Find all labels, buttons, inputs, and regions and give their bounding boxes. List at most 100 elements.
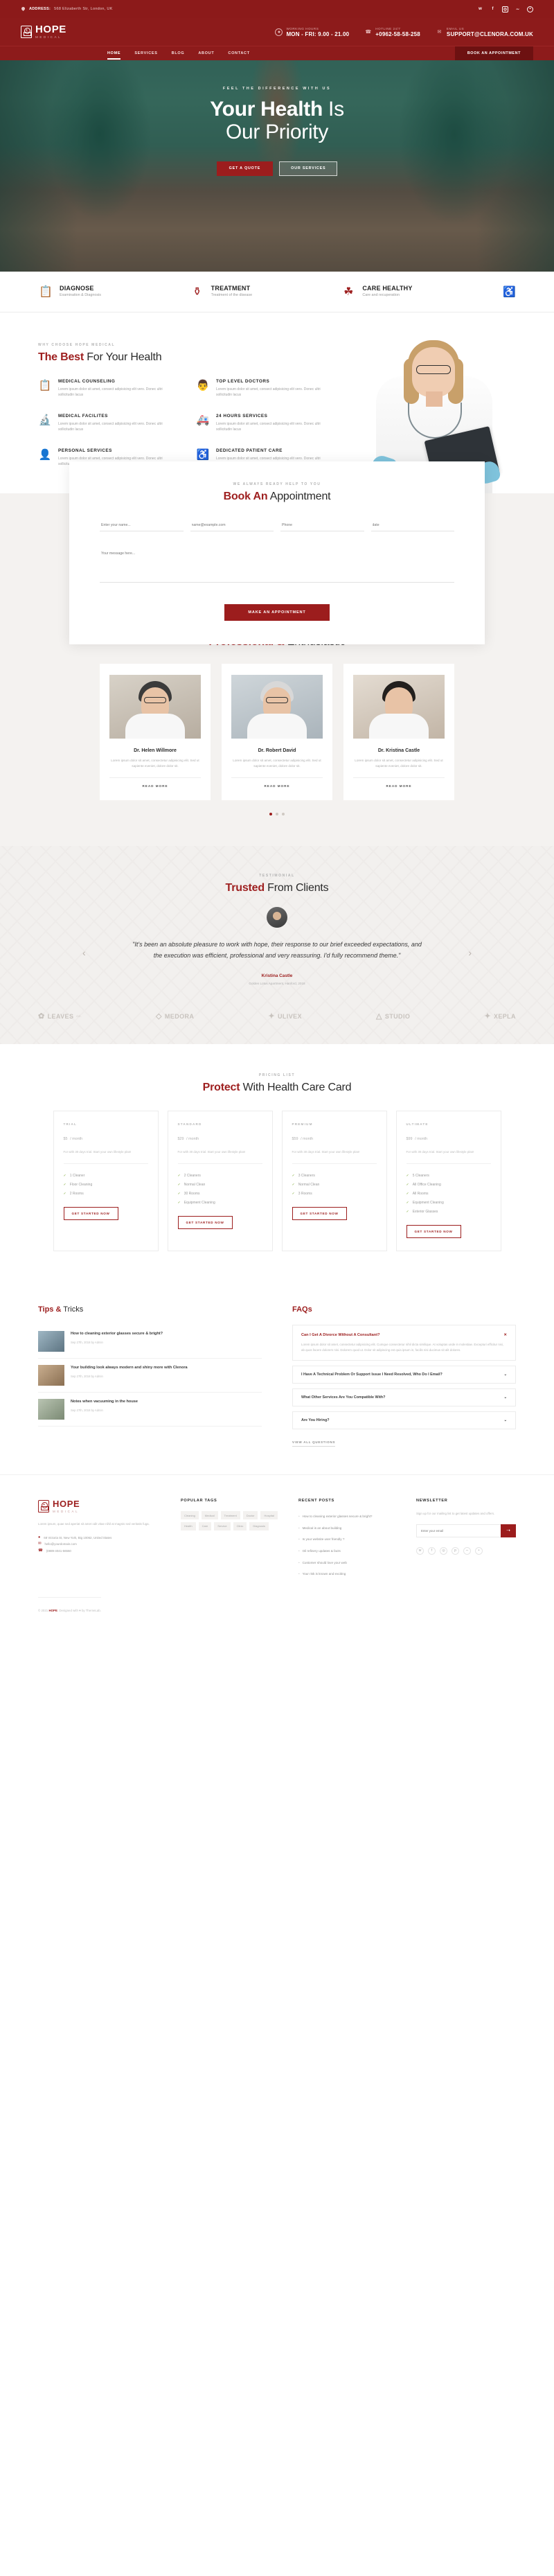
plan-cta-button[interactable]: GET STARTED NOW — [406, 1224, 461, 1238]
our-services-button[interactable]: OUR SERVICES — [279, 161, 338, 176]
facebook-icon[interactable]: f — [428, 1546, 436, 1555]
footer-logo-subtitle: MEDICAL — [53, 1510, 80, 1514]
make-appointment-button[interactable]: MAKE AN APPOINTMENT — [224, 604, 330, 621]
phone-input[interactable] — [280, 520, 364, 532]
address-value: 568 Elizaberth Str, London, UK — [54, 7, 113, 11]
book-appointment-button[interactable]: BOOK AN APPOINTMENT — [454, 46, 533, 60]
newsletter-submit-button[interactable]: ➝ — [501, 1524, 516, 1537]
brand-logo: ✿ LEAVES CO. — [38, 1012, 82, 1021]
faq-question: Are You Hiring? — [301, 1418, 330, 1423]
recent-post-link[interactable]: Oil refinery updates & facts — [298, 1546, 398, 1558]
newsletter-email-input[interactable] — [416, 1524, 501, 1537]
testimonial-prev-arrow-icon[interactable]: ‹ — [82, 947, 86, 958]
tag-item[interactable]: Hospital — [260, 1511, 278, 1519]
plan-period: / month — [415, 1137, 428, 1142]
site-header: + HOPE MEDICAL ● WORKING HOURS MON - FRI… — [0, 18, 554, 46]
doctor-read-more[interactable]: READ MORE — [109, 777, 201, 788]
hotline-block[interactable]: ☎ HOTLINE 24/7 +0962-58-58-258 — [364, 26, 420, 38]
instagram-icon[interactable]: ◎ — [440, 1546, 447, 1555]
doctor-card[interactable]: Dr. Robert David Lorem ipsum dolor sit a… — [222, 664, 332, 801]
footer-email[interactable]: ✉ hello@yourdomain.com — [38, 1541, 163, 1547]
plan-feature: 3 Rooms — [292, 1189, 377, 1198]
recent-post-link[interactable]: Is your website user friendly ? — [298, 1534, 398, 1546]
recent-post-link[interactable]: How to cleaning exterior glasses secure … — [298, 1511, 398, 1523]
nav-item-blog[interactable]: BLOG — [172, 48, 185, 59]
brand-logo: ◇ MEDORA — [156, 1012, 195, 1021]
tips-column: Tips & Tricks How to cleaning exterior g… — [38, 1305, 262, 1447]
doctor-card[interactable]: Dr. Helen Willmore Lorem ipsum dolor sit… — [100, 664, 211, 801]
twitter-icon[interactable]: w — [416, 1546, 424, 1555]
plan-period: / month — [301, 1137, 314, 1142]
chevron-down-icon[interactable]: ⌄ — [503, 1395, 507, 1400]
tag-item[interactable]: Care — [198, 1521, 212, 1530]
testimonial-role: Golden Lotus Apartment, Hanford, 2018 — [249, 982, 305, 986]
recent-post-link[interactable]: Your risk is known and exciting — [298, 1569, 398, 1580]
tag-item[interactable]: Service — [214, 1521, 231, 1530]
footer-logo[interactable]: + HOPE MEDICAL — [38, 1499, 163, 1514]
tag-item[interactable]: Treatment — [220, 1511, 240, 1519]
service-diagnose[interactable]: 📋 DIAGNOSE Examination & Diagnosis — [38, 284, 190, 299]
tag-item[interactable]: Diagnosis — [249, 1521, 269, 1530]
tag-item[interactable]: Cleaning — [181, 1511, 199, 1519]
chevron-down-icon[interactable]: ⌄ — [503, 1418, 507, 1422]
hero-banner: FEEL THE DIFFERENCE WITH US Your Health … — [0, 60, 554, 272]
social-links[interactable]: w f ◎ ∼ • — [477, 6, 533, 12]
name-input[interactable] — [100, 520, 184, 532]
footer-socials[interactable]: w f ◎ p ∼ • — [416, 1546, 516, 1555]
email-input[interactable] — [190, 520, 274, 532]
nav-item-about[interactable]: ABOUT — [198, 48, 214, 59]
tag-item[interactable]: Doctor — [242, 1511, 258, 1519]
behance-icon[interactable]: • — [527, 6, 533, 12]
nav-item-home[interactable]: HOME — [107, 48, 121, 60]
doctor-card[interactable]: Dr. Kristina Castle Lorem ipsum dolor si… — [343, 664, 454, 801]
get-a-quote-button[interactable]: GET A QUOTE — [216, 161, 274, 176]
faq-item[interactable]: I Have A Technical Problem Or Support Is… — [292, 1366, 516, 1384]
carousel-dots[interactable] — [38, 813, 516, 816]
logo[interactable]: + HOPE MEDICAL — [21, 24, 66, 39]
faq-answer: Lorem ipsum dolor sit amet, consectetur … — [301, 1342, 504, 1352]
plan-cta-button[interactable]: GET STARTED NOW — [177, 1215, 233, 1229]
recent-post-link[interactable]: Medical is an about building — [298, 1523, 398, 1535]
blog-post-item[interactable]: Your building look always modern and shi… — [38, 1359, 262, 1393]
testimonial-eyebrow: TESTIMONIAL — [259, 874, 295, 879]
message-textarea[interactable] — [100, 547, 454, 583]
chevron-down-icon[interactable]: ⌄ — [503, 1373, 507, 1377]
plus-icon: + — [43, 1502, 45, 1507]
carousel-dot-1[interactable] — [269, 813, 272, 816]
blog-post-item[interactable]: Notes when vacuuming in the house Sep 27… — [38, 1393, 262, 1427]
testimonial-next-arrow-icon[interactable]: › — [468, 947, 472, 958]
footer-phone[interactable]: ☎ (0889-4041-56550 — [38, 1548, 163, 1554]
rss-icon[interactable]: ∼ — [515, 6, 521, 12]
tag-item[interactable]: Clinic — [233, 1521, 247, 1530]
email-block[interactable]: ✉ EMAIL US SUPPORT@CLENORA.COM.UK — [436, 26, 533, 38]
date-input[interactable] — [370, 520, 454, 532]
pinterest-icon[interactable]: p — [452, 1546, 459, 1555]
faq-item[interactable]: Are You Hiring? ⌄ — [292, 1411, 516, 1430]
twitter-icon[interactable]: w — [477, 6, 483, 12]
carousel-dot-3[interactable] — [282, 813, 285, 816]
tag-item[interactable]: Health — [181, 1521, 196, 1530]
instagram-icon[interactable]: ◎ — [502, 6, 508, 12]
doctor-read-more[interactable]: READ MORE — [231, 777, 323, 788]
tag-item[interactable]: Medical — [201, 1511, 218, 1519]
plan-cta-button[interactable]: GET STARTED NOW — [63, 1206, 118, 1220]
faq-item-open[interactable]: Can I Get A Divorce Without A Consultant… — [292, 1324, 516, 1361]
nav-item-services[interactable]: SERVICES — [134, 48, 157, 59]
service-treatment[interactable]: ⚱ TREATMENT Treatment of the disease — [190, 284, 341, 299]
nav-item-contact[interactable]: CONTACT — [228, 48, 249, 59]
plan-feature: All Office Cleaning — [406, 1180, 491, 1189]
rss-icon[interactable]: ∼ — [463, 1546, 471, 1555]
plan-cta-button[interactable]: GET STARTED NOW — [292, 1206, 347, 1220]
doctor-read-more[interactable]: READ MORE — [353, 777, 445, 788]
doctor-avatar — [109, 675, 201, 739]
carousel-dot-2[interactable] — [276, 813, 278, 816]
faq-item[interactable]: What Other Services Are You Compatible W… — [292, 1388, 516, 1407]
blog-post-item[interactable]: How to cleaning exterior glasses secure … — [38, 1325, 262, 1359]
recent-post-link[interactable]: Customer should love your web — [298, 1558, 398, 1569]
close-icon[interactable]: ✕ — [503, 1333, 507, 1337]
behance-icon[interactable]: • — [475, 1546, 483, 1555]
facebook-icon[interactable]: f — [490, 6, 496, 12]
service-care-healthy[interactable]: ☘ CARE HEALTHY Care and recuperation — [341, 284, 492, 299]
view-all-questions-link[interactable]: VIEW ALL QUESTIONS — [292, 1440, 336, 1447]
feature-desc: Lorem ipsum dolor sit amet, consect adip… — [58, 387, 163, 398]
